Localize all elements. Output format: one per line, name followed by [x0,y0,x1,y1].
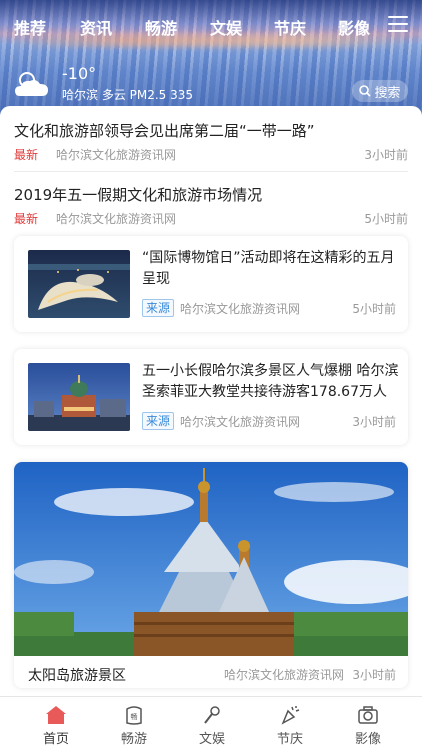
new-tag: 最新 [14,148,39,162]
home-icon [46,706,66,724]
bottom-tab-bar: 首页 畅 畅游 文娱 节庆 影像 [0,696,422,750]
nav-tab-news[interactable]: 资讯 [80,15,112,39]
feature-card[interactable]: 太阳岛旅游景区 哈尔滨文化旅游资讯网 3小时前 [14,462,408,688]
card-title: 五一小长假哈尔滨多景区人气爆棚 哈尔滨圣索菲亚大教堂共接待游客178.67万人 [142,363,399,400]
sun-island-photo [14,462,408,656]
feature-source: 哈尔滨文化旅游资讯网 [224,668,345,682]
source-label: 来源 [142,299,175,317]
news-time: 3小时前 [364,148,408,162]
tab-gallery[interactable]: 影像 [338,697,398,750]
card-source: 哈尔滨文化旅游资讯网 [180,302,301,316]
tab-label: 畅游 [120,732,147,747]
museum-thumbnail [28,250,130,318]
tab-entertainment[interactable]: 文娱 [182,697,242,750]
hamburger-icon[interactable] [388,16,408,32]
news-title: 2019年五一假期文化和旅游市场情况 [14,186,263,204]
card-source: 哈尔滨文化旅游资讯网 [180,415,301,429]
cathedral-thumbnail [28,363,130,431]
news-source: 哈尔滨文化旅游资讯网 [56,148,177,162]
news-item[interactable]: 文化和旅游部领导会见出席第二届“一带一路” 最新 哈尔滨文化旅游资讯网 3小时前 [14,120,408,170]
nav-tab-entertainment[interactable]: 文娱 [210,15,242,39]
news-feed: 文化和旅游部领导会见出席第二届“一带一路” 最新 哈尔滨文化旅游资讯网 3小时前… [0,106,422,696]
tab-home[interactable]: 首页 [26,697,86,750]
new-tag: 最新 [14,212,39,226]
camera-icon [358,706,378,724]
feature-time: 3小时前 [352,668,396,682]
divider [14,171,408,172]
tab-label: 节庆 [276,732,303,747]
weather-summary: 哈尔滨 多云 PM2.5 335 [62,88,194,102]
news-source: 哈尔滨文化旅游资讯网 [56,212,177,226]
travel-icon: 畅 [126,706,142,725]
nav-tab-travel[interactable]: 畅游 [145,15,177,39]
tab-label: 首页 [42,732,69,747]
news-item[interactable]: 2019年五一假期文化和旅游市场情况 最新 哈尔滨文化旅游资讯网 5小时前 [14,184,408,234]
nav-tab-festival[interactable]: 节庆 [274,15,306,39]
temperature: -10° [62,64,97,83]
card-time: 3小时前 [352,415,396,429]
feature-title: 太阳岛旅游景区 [28,668,126,684]
microphone-icon [204,706,220,724]
top-nav: 推荐 资讯 畅游 文娱 节庆 影像 [0,0,422,50]
search-button[interactable]: 搜索 [352,80,408,102]
news-title: 文化和旅游部领导会见出席第二届“一带一路” [14,122,315,140]
news-card[interactable]: 五一小长假哈尔滨多景区人气爆棚 哈尔滨圣索菲亚大教堂共接待游客178.67万人 … [14,349,408,445]
news-card[interactable]: “国际博物馆日”活动即将在这精彩的五月呈现 来源 哈尔滨文化旅游资讯网 5小时前 [14,236,408,332]
news-time: 5小时前 [364,212,408,226]
card-time: 5小时前 [352,302,396,316]
nav-tab-gallery[interactable]: 影像 [338,15,370,39]
tab-label: 文娱 [198,732,225,747]
nav-tab-recommend[interactable]: 推荐 [14,15,46,39]
tab-festival[interactable]: 节庆 [260,697,320,750]
card-title: “国际博物馆日”活动即将在这精彩的五月呈现 [142,250,395,287]
party-popper-icon [281,706,300,725]
search-label: 搜索 [374,85,401,101]
svg-text:畅: 畅 [131,712,138,721]
search-icon [359,85,372,97]
partly-cloudy-icon [15,72,48,96]
source-label: 来源 [142,412,175,430]
tab-travel[interactable]: 畅 畅游 [104,697,164,750]
tab-label: 影像 [354,732,381,747]
